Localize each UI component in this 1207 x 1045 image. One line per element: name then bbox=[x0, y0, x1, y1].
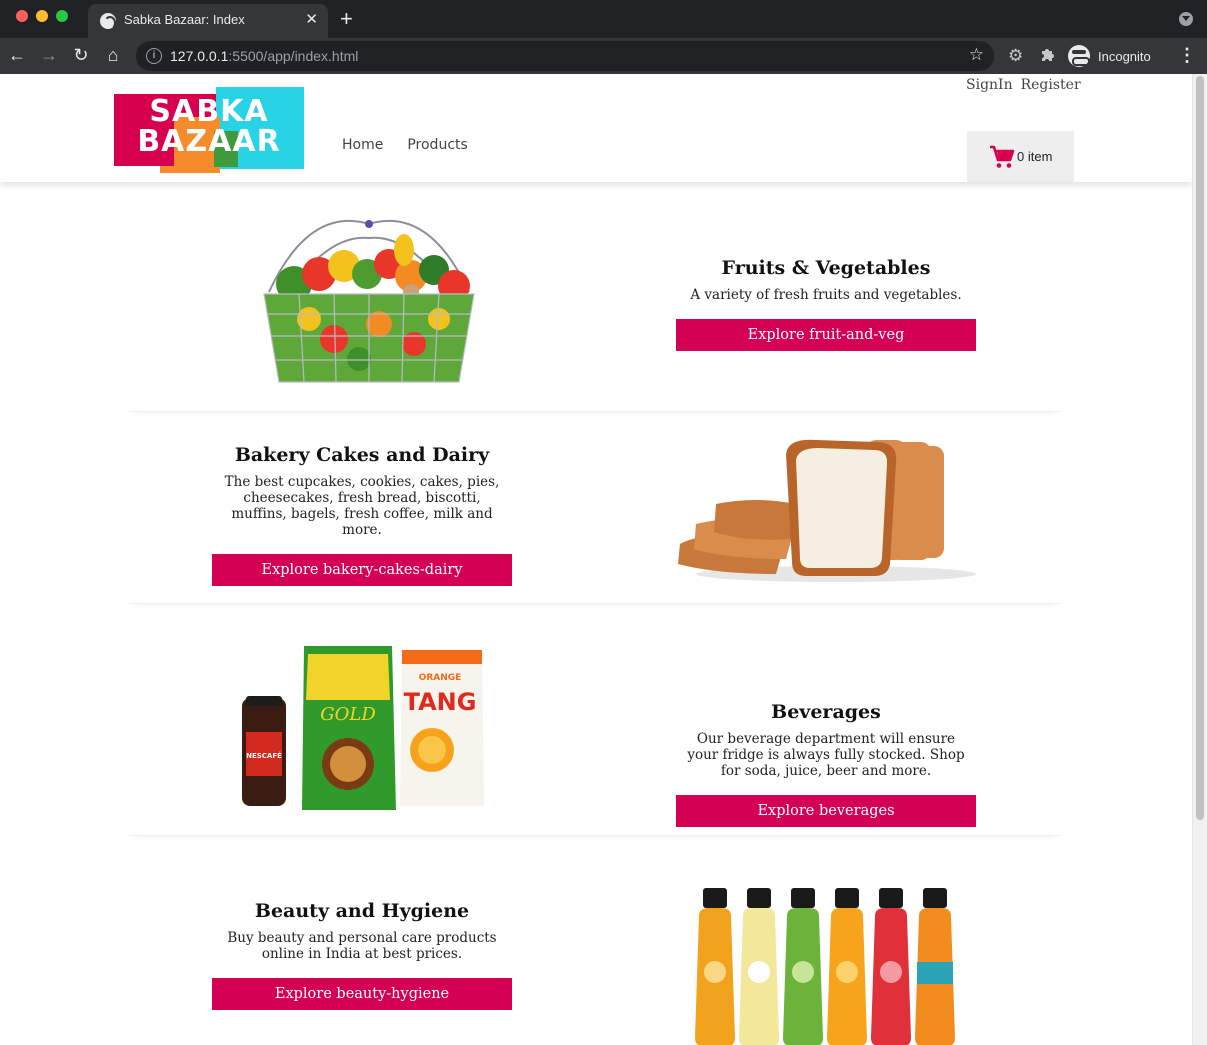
tab-title: Sabka Bazaar: Index bbox=[124, 12, 245, 27]
nav-products-link[interactable]: Products bbox=[407, 137, 467, 153]
globe-icon bbox=[100, 13, 116, 30]
page-viewport: SABKA BAZAAR Home Products SignIn Regist… bbox=[0, 74, 1192, 1045]
puzzle-icon[interactable] bbox=[1040, 46, 1056, 62]
logo-text: SABKA BAZAAR bbox=[137, 94, 281, 159]
explore-beauty-hygiene-button[interactable]: Explore beauty-hygiene bbox=[212, 978, 512, 1010]
scrollbar-thumb[interactable] bbox=[1196, 76, 1204, 820]
nav-home-link[interactable]: Home bbox=[342, 137, 383, 153]
svg-text:NESCAFÉ: NESCAFÉ bbox=[246, 751, 282, 760]
category-title: Beauty and Hygiene bbox=[254, 900, 470, 922]
signin-link[interactable]: SignIn bbox=[966, 77, 1013, 93]
cart-icon bbox=[990, 145, 1015, 168]
svg-text:GOLD: GOLD bbox=[320, 704, 376, 725]
category-info: Bakery Cakes and Dairy The best cupcakes… bbox=[212, 444, 512, 586]
home-icon[interactable]: ⌂ bbox=[102, 44, 124, 66]
forward-arrow-icon[interactable]: → bbox=[38, 44, 60, 66]
category-description: The best cupcakes, cookies, cakes, pies,… bbox=[224, 474, 500, 538]
category-description: A variety of fresh fruits and vegetables… bbox=[690, 287, 962, 303]
tab-close-icon[interactable]: ✕ bbox=[305, 10, 318, 28]
cart-count: 0 item bbox=[1017, 149, 1053, 164]
reload-icon[interactable]: ↻ bbox=[70, 44, 92, 66]
category-description: Our beverage department will ensure your… bbox=[687, 731, 965, 779]
back-arrow-icon[interactable]: ← bbox=[6, 44, 28, 66]
category-info: Beauty and Hygiene Buy beauty and person… bbox=[212, 900, 512, 1010]
page-scrollbar[interactable] bbox=[1192, 74, 1207, 1045]
category-title: Bakery Cakes and Dairy bbox=[234, 444, 490, 466]
menu-dots-icon[interactable]: ⋮ bbox=[1178, 44, 1196, 66]
svg-text:TANG: TANG bbox=[404, 688, 477, 716]
category-banner: Beauty and Hygiene Buy beauty and person… bbox=[127, 838, 1060, 1045]
browser-toolbar: ← → ↻ ⌂ i 127.0.0.1:5500/app/index.html … bbox=[0, 38, 1207, 74]
minimize-window-button[interactable] bbox=[36, 10, 48, 22]
fruit-basket-image bbox=[263, 219, 475, 383]
beauty-products-image bbox=[695, 888, 955, 1045]
bread-loaf-image bbox=[678, 439, 976, 582]
site-header: SABKA BAZAAR Home Products SignIn Regist… bbox=[0, 74, 1192, 182]
explore-bakery-cakes-dairy-button[interactable]: Explore bakery-cakes-dairy bbox=[212, 554, 512, 586]
info-icon[interactable]: i bbox=[146, 48, 162, 64]
beverages-image: NESCAFÉ GOLD ORANGE TANG bbox=[242, 646, 484, 810]
close-window-button[interactable] bbox=[16, 10, 28, 22]
category-title: Beverages bbox=[771, 701, 881, 723]
explore-beverages-button[interactable]: Explore beverages bbox=[676, 795, 976, 827]
register-link[interactable]: Register bbox=[1021, 77, 1081, 93]
url-text[interactable]: 127.0.0.1:5500/app/index.html bbox=[170, 48, 358, 64]
address-bar[interactable]: i 127.0.0.1:5500/app/index.html ☆ bbox=[136, 41, 994, 71]
auth-links: SignIn Register bbox=[966, 77, 1081, 93]
category-info: Beverages Our beverage department will e… bbox=[676, 701, 976, 827]
cart-button[interactable]: 0 item bbox=[967, 131, 1074, 182]
explore-fruit-and-veg-button[interactable]: Explore fruit-and-veg bbox=[676, 319, 976, 351]
tab-search-icon[interactable] bbox=[1179, 12, 1193, 26]
browser-tab[interactable]: Sabka Bazaar: Index ✕ bbox=[88, 4, 328, 38]
browser-tab-strip: Sabka Bazaar: Index ✕ + bbox=[0, 0, 1207, 38]
maximize-window-button[interactable] bbox=[56, 10, 68, 22]
category-title: Fruits & Vegetables bbox=[721, 257, 931, 279]
category-banner: Fruits & Vegetables A variety of fresh f… bbox=[127, 182, 1060, 412]
category-info: Fruits & Vegetables A variety of fresh f… bbox=[676, 257, 976, 351]
star-icon[interactable]: ☆ bbox=[969, 45, 984, 65]
svg-text:ORANGE: ORANGE bbox=[419, 673, 462, 683]
incognito-indicator[interactable]: Incognito bbox=[1068, 42, 1161, 70]
sabka-bazaar-logo[interactable]: SABKA BAZAAR bbox=[114, 87, 304, 173]
category-banner: Bakery Cakes and Dairy The best cupcakes… bbox=[127, 414, 1060, 604]
new-tab-button[interactable]: + bbox=[340, 6, 353, 32]
category-description: Buy beauty and personal care products on… bbox=[227, 930, 497, 962]
category-banner: NESCAFÉ GOLD ORANGE TANG Beverages Our b… bbox=[127, 606, 1060, 836]
incognito-icon bbox=[1068, 45, 1090, 67]
extension-gear-icon[interactable]: ⚙ bbox=[1008, 46, 1023, 66]
main-nav: Home Products bbox=[342, 137, 468, 153]
incognito-label: Incognito bbox=[1098, 48, 1151, 64]
